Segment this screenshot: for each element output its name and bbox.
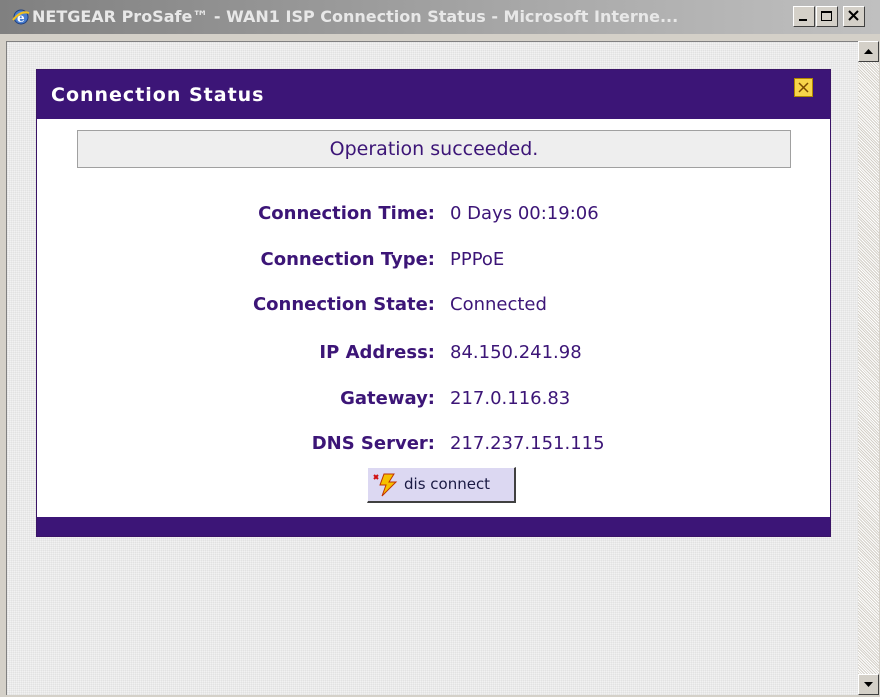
window-title: NETGEAR ProSafe™ - WAN1 ISP Connection S…: [32, 7, 679, 26]
maximize-button[interactable]: [816, 6, 838, 27]
scroll-down-button[interactable]: [858, 674, 879, 695]
ie-browser-icon: e: [12, 8, 30, 26]
close-icon: [848, 10, 859, 21]
panel-title: Connection Status: [51, 84, 265, 106]
window-title-bar[interactable]: e NETGEAR ProSafe™ - WAN1 ISP Connection…: [0, 0, 880, 34]
gateway-label: Gateway:: [340, 388, 435, 409]
connection-state-label: Connection State:: [252, 294, 435, 315]
connection-state-row: Connection State: Connected: [37, 292, 830, 318]
connection-status-panel: Connection Status Operation succeeded. C…: [36, 69, 831, 537]
ip-address-label: IP Address:: [319, 342, 435, 363]
dns-server-label: DNS Server:: [311, 433, 435, 454]
window-close-button[interactable]: [843, 6, 865, 27]
connection-time-label: Connection Time:: [258, 203, 435, 224]
disconnect-button[interactable]: dis connect: [367, 467, 516, 503]
disconnect-label: dis connect: [404, 475, 491, 493]
minimize-button[interactable]: [793, 6, 815, 27]
maximize-icon: [821, 11, 832, 21]
disconnect-bolt-icon: [372, 472, 400, 498]
panel-header: Connection Status: [37, 70, 830, 119]
arrow-down-icon: [864, 682, 873, 687]
scroll-up-button[interactable]: [858, 41, 879, 62]
connection-time-value: 0 Days 00:19:06: [450, 203, 599, 224]
connection-type-row: Connection Type: PPPoE: [37, 247, 830, 273]
gateway-row: Gateway: 217.0.116.83: [37, 386, 830, 412]
panel-close-button[interactable]: [794, 78, 813, 97]
connection-time-row: Connection Time: 0 Days 00:19:06: [37, 201, 830, 227]
dns-server-row: DNS Server: 217.237.151.115: [37, 431, 830, 457]
dns-server-value: 217.237.151.115: [450, 433, 605, 454]
connection-state-value: Connected: [450, 294, 547, 315]
gateway-value: 217.0.116.83: [450, 388, 571, 409]
ip-address-row: IP Address: 84.150.241.98: [37, 340, 830, 366]
arrow-up-icon: [864, 49, 873, 54]
panel-footer-bar: [37, 517, 830, 536]
vertical-scrollbar[interactable]: [858, 41, 879, 695]
status-message: Operation succeeded.: [77, 130, 791, 168]
connection-type-value: PPPoE: [450, 249, 505, 270]
close-icon: [798, 82, 809, 93]
minimize-icon: [799, 19, 807, 21]
ip-address-value: 84.150.241.98: [450, 342, 582, 363]
connection-type-label: Connection Type:: [260, 249, 435, 270]
